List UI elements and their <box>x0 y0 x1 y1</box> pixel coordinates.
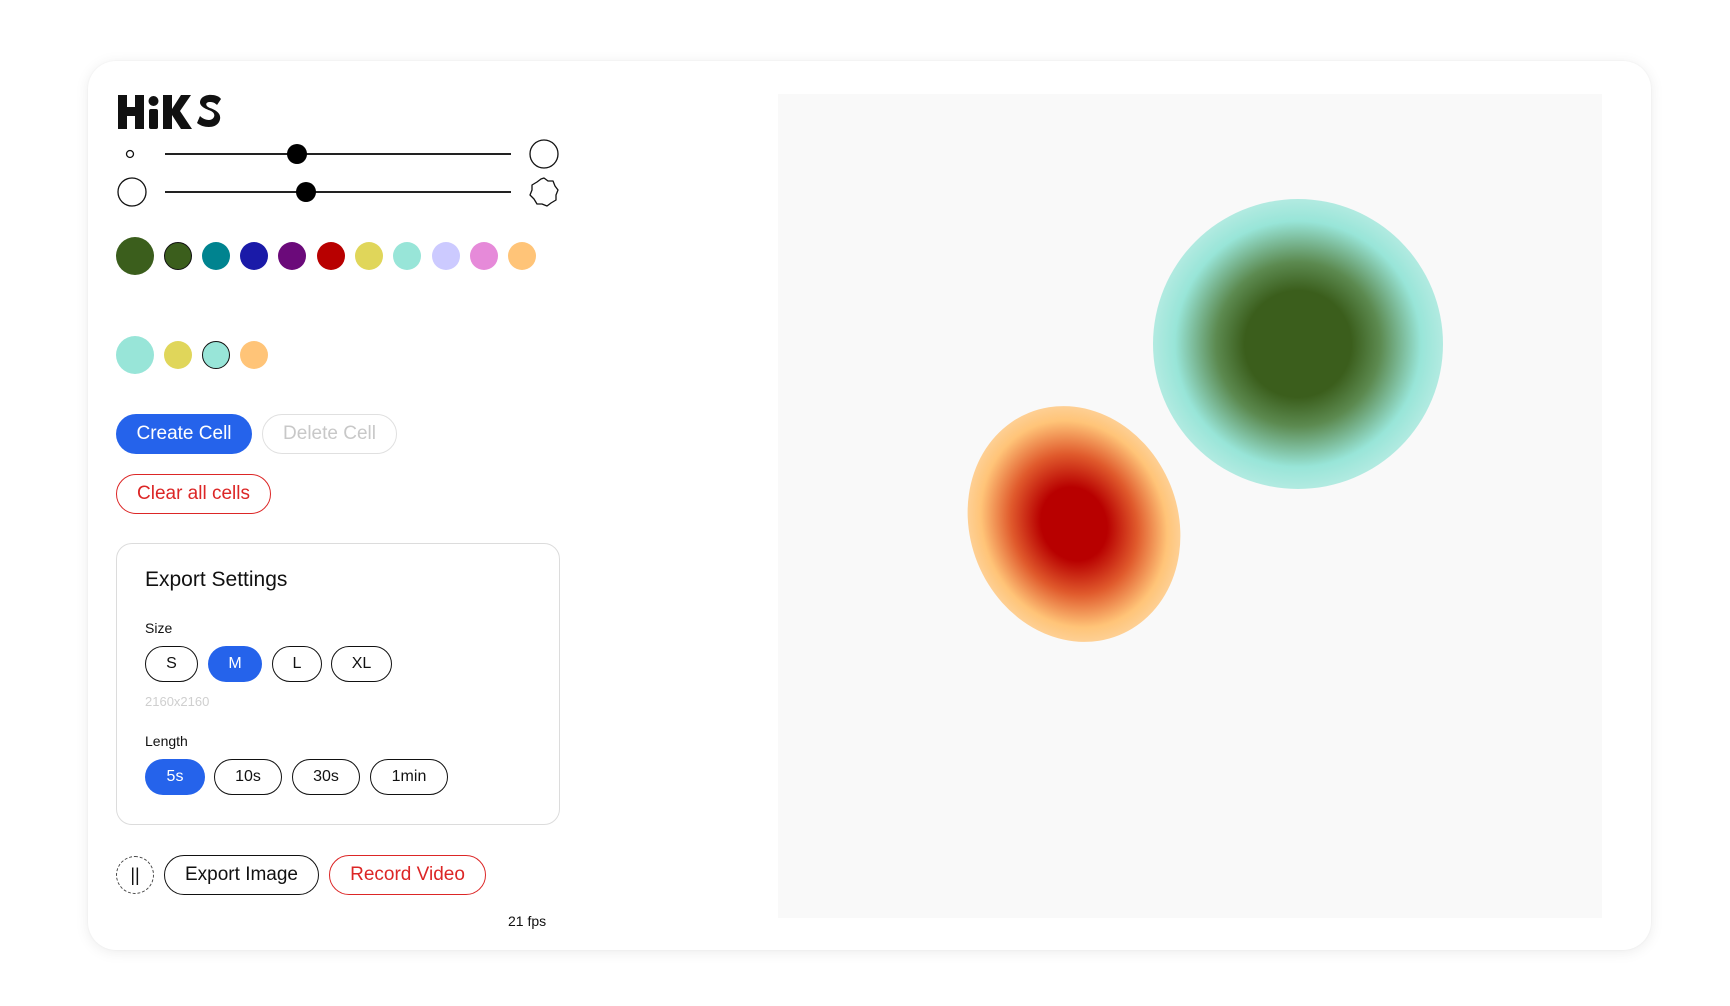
color-swatch[interactable] <box>432 242 460 270</box>
current-secondary-color <box>116 336 154 374</box>
export-settings-panel: Export Settings Size S M L XL 2160x2160 … <box>116 543 560 825</box>
color-swatch[interactable] <box>470 242 498 270</box>
size-slider-row <box>116 138 560 170</box>
cell-blob[interactable] <box>1153 199 1443 489</box>
fps-counter: 21 fps <box>508 913 547 929</box>
size-option-l[interactable]: L <box>272 646 322 682</box>
circle-shape-icon <box>117 177 147 207</box>
main-card: Create Cell Delete Cell Clear all cells … <box>88 61 1651 950</box>
shape-slider-track[interactable] <box>165 191 511 193</box>
control-panel: Create Cell Delete Cell Clear all cells … <box>88 61 648 950</box>
color-swatch[interactable] <box>240 341 268 369</box>
color-swatch[interactable] <box>240 242 268 270</box>
color-swatch[interactable] <box>355 242 383 270</box>
shape-slider-row <box>116 176 560 208</box>
size-option-xl[interactable]: XL <box>331 646 392 682</box>
color-swatch[interactable] <box>508 242 536 270</box>
length-option-30s[interactable]: 30s <box>292 759 360 795</box>
color-swatch[interactable] <box>393 242 421 270</box>
size-option-s[interactable]: S <box>145 646 198 682</box>
create-cell-button[interactable]: Create Cell <box>116 414 252 454</box>
export-image-button[interactable]: Export Image <box>164 855 319 895</box>
length-label: Length <box>145 733 188 749</box>
clear-all-cells-button[interactable]: Clear all cells <box>116 474 271 514</box>
primary-color-palette <box>116 237 560 277</box>
shape-slider-thumb[interactable] <box>296 182 316 202</box>
wobbly-shape-icon <box>529 177 559 207</box>
length-option-5s[interactable]: 5s <box>145 759 205 795</box>
size-label: Size <box>145 620 173 636</box>
small-circle-icon <box>125 149 135 159</box>
length-option-1min[interactable]: 1min <box>370 759 448 795</box>
record-video-button[interactable]: Record Video <box>329 855 486 895</box>
length-option-10s[interactable]: 10s <box>214 759 282 795</box>
color-swatch[interactable] <box>202 242 230 270</box>
color-swatch[interactable] <box>164 341 192 369</box>
secondary-color-palette <box>116 336 316 376</box>
color-swatch[interactable] <box>278 242 306 270</box>
large-circle-icon <box>529 139 559 169</box>
export-settings-title: Export Settings <box>145 568 288 591</box>
pause-icon: || <box>130 864 140 885</box>
size-slider-thumb[interactable] <box>287 144 307 164</box>
color-swatch[interactable] <box>164 242 192 270</box>
color-swatch[interactable] <box>202 341 230 369</box>
current-primary-color <box>116 237 154 275</box>
cell-canvas[interactable] <box>778 94 1602 918</box>
delete-cell-button[interactable]: Delete Cell <box>262 414 397 454</box>
hiks-logo <box>118 94 221 129</box>
pause-button[interactable]: || <box>116 856 154 894</box>
export-resolution: 2160x2160 <box>145 694 210 709</box>
color-swatch[interactable] <box>317 242 345 270</box>
size-slider-track[interactable] <box>165 153 511 155</box>
size-option-m[interactable]: M <box>208 646 262 682</box>
